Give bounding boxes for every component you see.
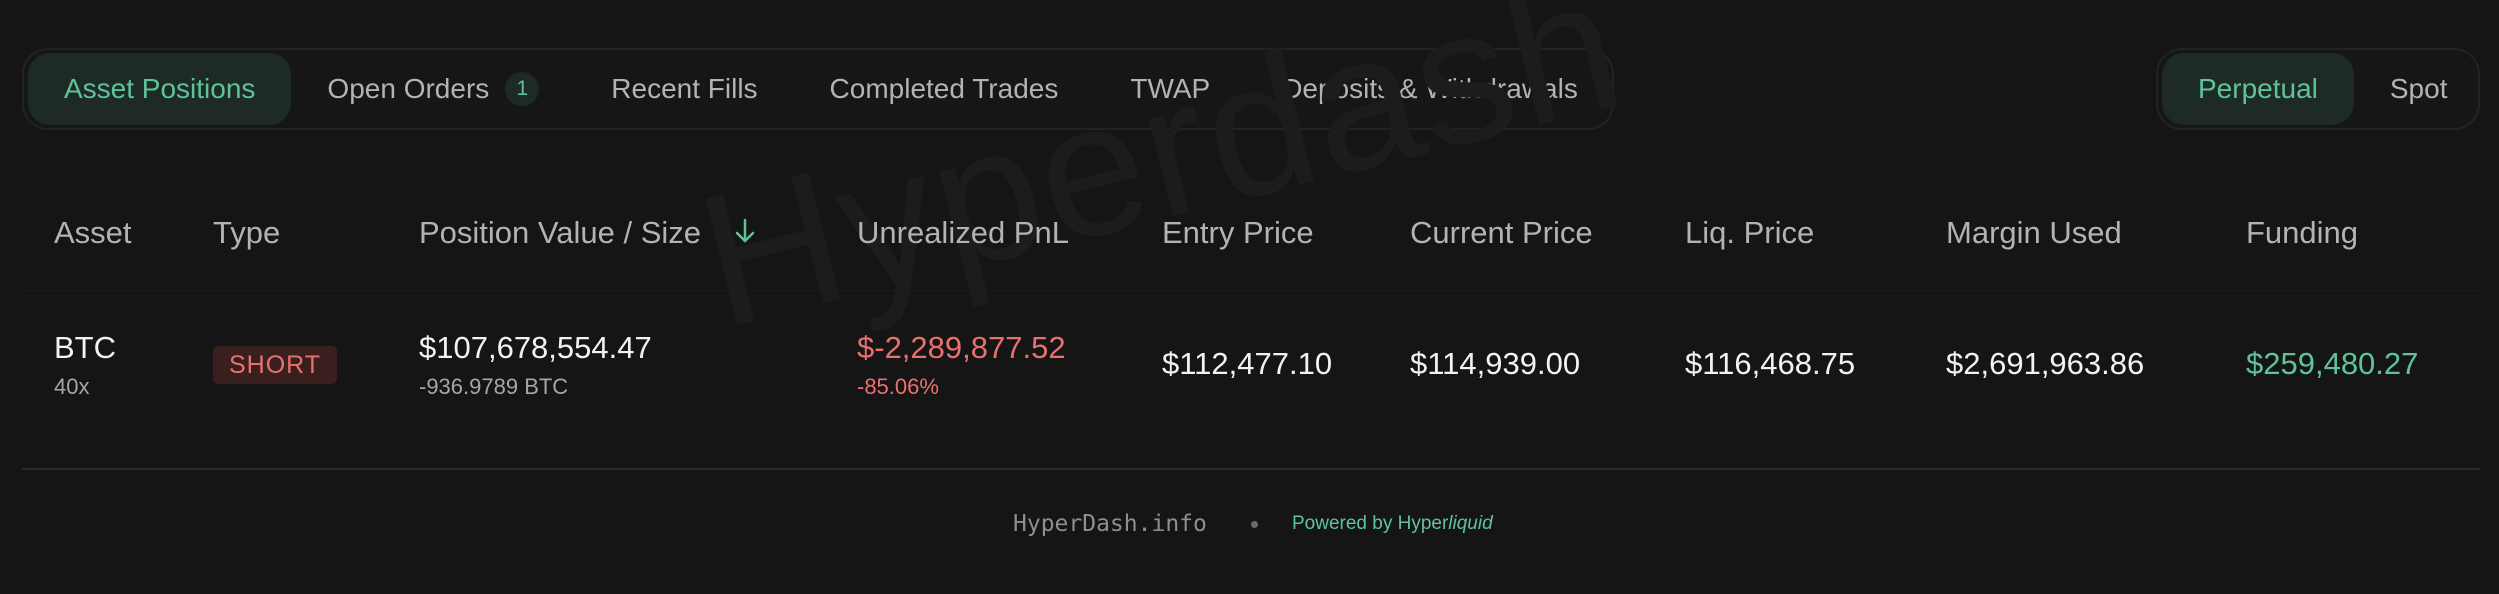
cell-asset[interactable]: BTC — [54, 330, 116, 366]
header-type[interactable]: Type — [213, 215, 280, 251]
header-position-value-label: Position Value / Size — [419, 215, 702, 250]
tab-spot[interactable]: Spot — [2354, 53, 2484, 125]
cell-liq-price: $116,468.75 — [1685, 346, 1856, 381]
powered-by-suffix: liquid — [1448, 513, 1493, 534]
tab-spot-label: Spot — [2389, 73, 2448, 104]
header-position-value[interactable]: Position Value / Size — [419, 215, 756, 253]
market-type-tabs: Perpetual Spot — [2156, 48, 2480, 130]
cell-unrealized-pnl: $-2,289,877.52 — [857, 330, 1066, 365]
header-current-price[interactable]: Current Price — [1410, 215, 1593, 251]
tab-asset-positions[interactable]: Asset Positions — [28, 53, 292, 125]
header-margin-used[interactable]: Margin Used — [1946, 215, 2122, 251]
table-divider — [22, 468, 2480, 470]
position-tabs: Asset Positions Open Orders 1 Recent Fil… — [22, 48, 1614, 130]
tab-recent-fills[interactable]: Recent Fills — [575, 53, 793, 125]
open-orders-count-badge: 1 — [505, 72, 540, 106]
powered-by-link[interactable]: Powered by Hyperliquid — [1292, 513, 1493, 535]
cell-leverage: 40x — [54, 374, 90, 399]
tab-perpetual[interactable]: Perpetual — [2162, 53, 2354, 125]
footer-separator-dot — [1251, 521, 1258, 528]
header-entry-price[interactable]: Entry Price — [1162, 215, 1314, 251]
header-liq-price[interactable]: Liq. Price — [1685, 215, 1814, 251]
tab-open-orders[interactable]: Open Orders 1 — [291, 53, 575, 125]
cell-entry-price: $112,477.10 — [1162, 346, 1333, 381]
tab-perpetual-label: Perpetual — [2198, 73, 2318, 104]
footer-site-link[interactable]: HyperDash.info — [1013, 511, 1207, 537]
arrow-down-icon — [734, 217, 756, 253]
tab-open-orders-label: Open Orders — [327, 73, 490, 104]
tab-deposits-withdrawals-label: Deposits & Withdrawals — [1282, 73, 1578, 104]
tab-deposits-withdrawals[interactable]: Deposits & Withdrawals — [1246, 53, 1614, 125]
cell-current-price: $114,939.00 — [1410, 346, 1581, 381]
header-unrealized-pnl[interactable]: Unrealized PnL — [857, 215, 1069, 251]
cell-funding: $259,480.27 — [2246, 346, 2419, 381]
position-type-badge: SHORT — [213, 346, 338, 384]
header-separator — [22, 290, 2480, 291]
tab-twap[interactable]: TWAP — [1094, 53, 1246, 125]
tab-recent-fills-label: Recent Fills — [611, 73, 758, 104]
tab-twap-label: TWAP — [1130, 73, 1211, 104]
cell-position-size: -936.9789 BTC — [419, 374, 569, 399]
cell-unrealized-pnl-pct: -85.06% — [857, 374, 939, 399]
header-funding[interactable]: Funding — [2246, 215, 2358, 251]
header-asset[interactable]: Asset — [54, 215, 132, 251]
tab-completed-trades-label: Completed Trades — [829, 73, 1059, 104]
powered-by-prefix: Powered by Hyper — [1292, 513, 1449, 534]
tab-completed-trades[interactable]: Completed Trades — [794, 53, 1095, 125]
tab-asset-positions-label: Asset Positions — [64, 73, 256, 104]
cell-margin-used: $2,691,963.86 — [1946, 346, 2145, 381]
cell-position-value: $107,678,554.47 — [419, 330, 652, 365]
